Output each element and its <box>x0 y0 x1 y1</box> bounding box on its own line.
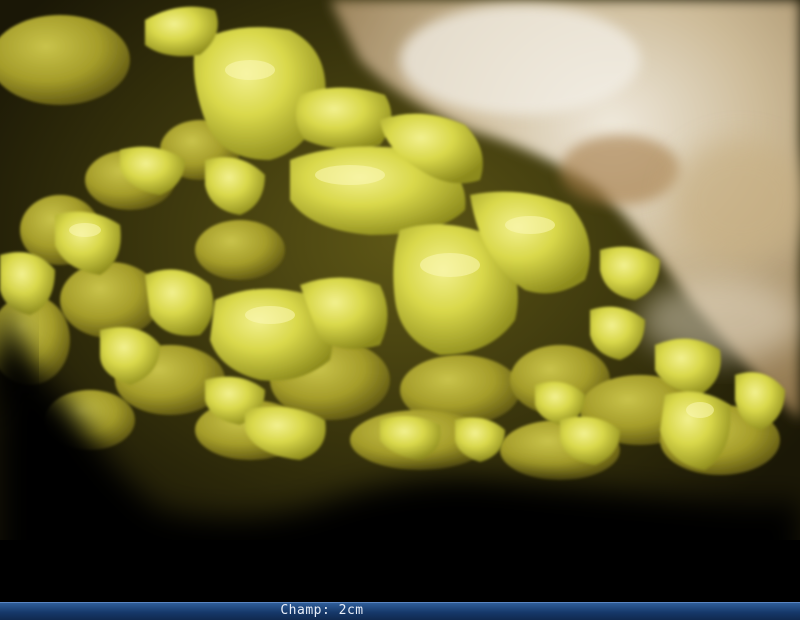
sulfur-crystal-image <box>0 0 800 602</box>
field-of-view-caption: Champ: 2cm <box>280 603 364 618</box>
scale-caption-bar: Champ: 2cm <box>0 602 800 620</box>
mineral-photo <box>0 0 800 602</box>
